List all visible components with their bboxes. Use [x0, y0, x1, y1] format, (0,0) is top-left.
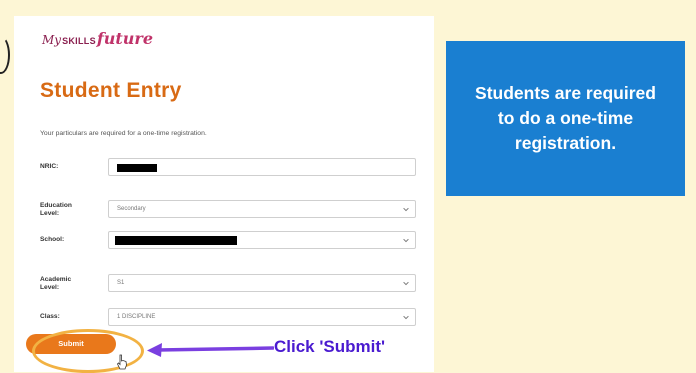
chevron-down-icon — [403, 207, 409, 212]
class-label: Class: — [40, 313, 60, 320]
info-callout: Students are required to do a one-time r… — [446, 41, 685, 196]
arrow-left-icon — [147, 343, 274, 357]
education-level-label-line1: Education — [40, 202, 72, 209]
class-value: 1 DISCIPLINE — [117, 314, 156, 320]
education-level-value: Secondary — [117, 206, 146, 212]
chevron-down-icon — [403, 315, 409, 320]
click-submit-annotation: Click 'Submit' — [274, 337, 386, 356]
app-panel: My SKILLS future Student Entry Your part… — [14, 16, 434, 372]
nric-field[interactable] — [108, 158, 416, 176]
class-select[interactable]: 1 DISCIPLINE — [108, 308, 416, 326]
chevron-down-icon — [403, 281, 409, 286]
page-subtitle: Your particulars are required for a one-… — [40, 130, 207, 137]
partial-bracket-mark — [0, 36, 10, 74]
cursor-hand-icon — [117, 354, 127, 370]
chevron-down-icon — [403, 238, 409, 243]
school-label: School: — [40, 236, 65, 243]
education-level-label: Education Level: — [40, 202, 72, 218]
school-select[interactable] — [108, 231, 416, 249]
page-title: Student Entry — [40, 79, 182, 102]
academic-level-label: Academic Level: — [40, 276, 71, 292]
academic-level-select[interactable]: S1 — [108, 274, 416, 292]
logo-my: My — [42, 33, 62, 47]
school-redacted-value — [115, 236, 237, 245]
nric-label: NRIC: — [40, 163, 59, 170]
myskillsfuture-logo: My SKILLS future — [42, 29, 153, 53]
academic-level-label-line1: Academic — [40, 276, 72, 283]
education-level-select[interactable]: Secondary — [108, 200, 416, 218]
academic-level-label-line2: Level: — [40, 284, 60, 291]
nric-redacted-value — [117, 164, 157, 172]
education-level-label-line2: Level: — [40, 210, 60, 217]
logo-skills: SKILLS — [62, 36, 96, 46]
logo-future: future — [96, 29, 154, 48]
academic-level-value: S1 — [117, 280, 125, 286]
callout-text: Students are required to do a one-time r… — [475, 83, 656, 153]
